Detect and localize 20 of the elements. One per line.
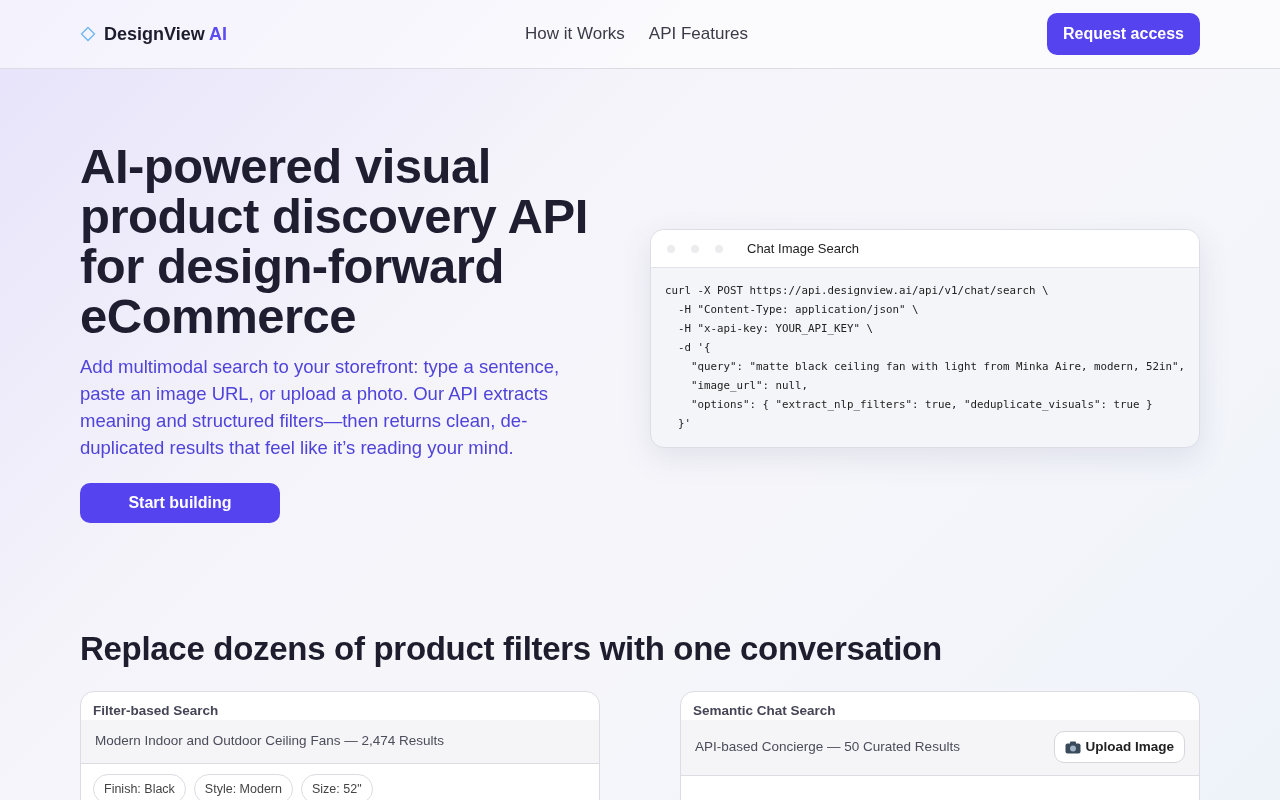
- filter-chip[interactable]: Style: Modern: [193, 773, 293, 800]
- hero-description: Add multimodal search to your storefront: type a sentence, paste an image URL, or upload a photo. Our API extracts meaning and structured filters—then returns clean, de-duplicated results that feel like it’s reading your mind.: [80, 355, 561, 460]
- card-title: Semantic Chat Search: [692, 701, 837, 720]
- code-snippet: curl -X POST https://api.designview.ai/api/v1/chat/search \ -H "Content-Type: application/json" \ -H "x-api-key: YOUR_API_KEY" \ -d '{ "query": "matte black ceiling fan with light from Minka Aire, modern, 52in", "image_url": null, "options": { "extract_nlp_filters": true, "deduplicate_visuals": true } }': [664, 283, 1187, 432]
- camera-icon: [1065, 740, 1082, 754]
- diamond-icon: [80, 26, 96, 42]
- nav-link[interactable]: How it Works: [525, 21, 625, 47]
- nav-link[interactable]: API Features: [648, 21, 749, 47]
- filter-chip[interactable]: Size: 52": [301, 773, 373, 800]
- hero-headline: AI-powered visual product discovery API for design-forward eCommerce: [80, 141, 589, 341]
- upload-image-button[interactable]: Upload Image: [1054, 730, 1185, 764]
- start-building-button[interactable]: Start building: [80, 483, 280, 523]
- window-title: Chat Image Search: [747, 239, 859, 258]
- results-summary: Modern Indoor and Outdoor Ceiling Fans — 2,474 Results: [95, 731, 444, 750]
- request-access-button[interactable]: Request access: [1047, 13, 1200, 55]
- filter-chip[interactable]: Finish: Black: [93, 773, 186, 800]
- results-summary: API-based Concierge — 50 Curated Results: [695, 737, 960, 756]
- card-title: Filter-based Search: [92, 701, 220, 720]
- brand-name[interactable]: DesignView AI: [104, 20, 228, 48]
- section-heading: Replace dozens of product filters with one conversation: [80, 629, 943, 669]
